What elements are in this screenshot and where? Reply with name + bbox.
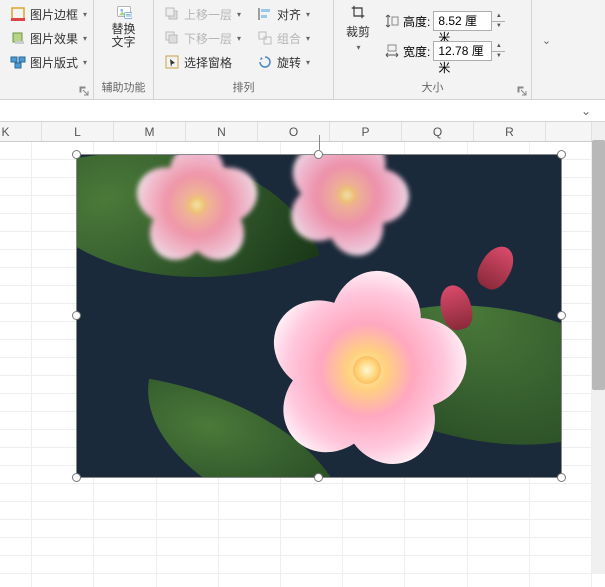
picture-border-label: 图片边框 (30, 6, 78, 23)
group-objects-button: 组合 ▾ (253, 26, 314, 50)
height-spinner[interactable]: ▲▼ (491, 11, 505, 31)
resize-handle[interactable] (72, 150, 81, 159)
picture-border-icon (10, 6, 26, 22)
picture-effects-icon (10, 30, 26, 46)
column-headers: KLMNOPQR (0, 122, 592, 142)
bring-forward-label: 上移一层 (184, 6, 232, 23)
column-header[interactable]: N (186, 122, 258, 141)
group-picture-styles: 图片边框 ▾ 图片效果 ▾ 图片版式 ▾ (0, 0, 94, 99)
chevron-down-icon: ▾ (306, 58, 310, 67)
alt-text-label: 替换 文字 (106, 23, 141, 49)
group-arrange: 上移一层 ▾ 下移一层 ▾ 选择窗格 对齐 ▾ 组合 ▾ (154, 0, 334, 99)
dialog-launcher-icon[interactable] (516, 85, 528, 97)
group-size: 裁剪 ▾ 高度: 8.52 厘米 ▲▼ 宽度: 1 (334, 0, 532, 99)
send-backward-icon (164, 30, 180, 46)
selection-pane-icon (164, 54, 180, 70)
align-icon (257, 6, 273, 22)
dialog-launcher-icon[interactable] (78, 85, 90, 97)
ribbon: 图片边框 ▾ 图片效果 ▾ 图片版式 ▾ 替换 文字 辅助功能 (0, 0, 605, 100)
picture-effects-label: 图片效果 (30, 30, 78, 47)
crop-label: 裁剪 (346, 23, 370, 40)
align-label: 对齐 (277, 6, 301, 23)
vertical-scrollbar[interactable] (592, 122, 605, 574)
column-header[interactable]: K (0, 122, 42, 141)
group-accessibility-label: 辅助功能 (94, 81, 153, 99)
chevron-down-icon: ▾ (237, 10, 241, 19)
column-header[interactable]: R (474, 122, 546, 141)
resize-handle[interactable] (314, 473, 323, 482)
rotate-label: 旋转 (277, 54, 301, 71)
rotate-button[interactable]: 旋转 ▾ (253, 50, 314, 74)
rotation-handle-line (319, 135, 320, 150)
alt-text-icon (116, 4, 132, 20)
align-button[interactable]: 对齐 ▾ (253, 2, 314, 26)
image-content (77, 155, 561, 477)
resize-handle[interactable] (72, 473, 81, 482)
column-header[interactable]: M (114, 122, 186, 141)
picture-border-button[interactable]: 图片边框 ▾ (6, 2, 91, 26)
selection-pane-button[interactable]: 选择窗格 (160, 50, 245, 74)
chevron-down-icon: ⌄ (542, 34, 551, 47)
height-icon (384, 13, 400, 29)
crop-icon (350, 4, 366, 20)
column-header[interactable]: Q (402, 122, 474, 141)
chevron-down-icon: ▾ (83, 34, 87, 43)
chevron-down-icon: ▾ (83, 58, 87, 67)
height-control: 高度: 8.52 厘米 ▲▼ (382, 8, 507, 34)
group-accessibility: 替换 文字 辅助功能 (94, 0, 154, 99)
selection-pane-label: 选择窗格 (184, 54, 232, 71)
height-label: 高度: (403, 13, 430, 30)
height-input[interactable]: 8.52 厘米 ▲▼ (433, 11, 505, 31)
send-backward-label: 下移一层 (184, 30, 232, 47)
chevron-down-icon: ▾ (357, 43, 361, 52)
selected-image[interactable] (77, 155, 561, 477)
bring-forward-button: 上移一层 ▾ (160, 2, 245, 26)
column-header[interactable]: P (330, 122, 402, 141)
ribbon-overflow[interactable]: ⌄ (532, 0, 560, 99)
width-control: 宽度: 12.78 厘米 ▲▼ (382, 38, 507, 64)
rotate-icon (257, 54, 273, 70)
picture-effects-button[interactable]: 图片效果 ▾ (6, 26, 91, 50)
chevron-down-icon: ▾ (83, 10, 87, 19)
resize-handle[interactable] (557, 311, 566, 320)
collapse-ribbon-bar[interactable]: ⌄ (0, 100, 605, 122)
width-label: 宽度: (403, 43, 430, 60)
worksheet[interactable]: KLMNOPQR (0, 122, 592, 587)
group-objects-label: 组合 (277, 30, 301, 47)
picture-layout-label: 图片版式 (30, 54, 78, 71)
alt-text-button[interactable]: 替换 文字 (100, 2, 147, 51)
resize-handle[interactable] (72, 311, 81, 320)
chevron-down-icon: ▾ (237, 34, 241, 43)
width-icon (384, 43, 400, 59)
bring-forward-icon (164, 6, 180, 22)
group-icon (257, 30, 273, 46)
crop-button[interactable]: 裁剪 ▾ (340, 2, 376, 54)
resize-handle[interactable] (557, 150, 566, 159)
chevron-down-icon: ⌄ (581, 104, 591, 118)
picture-layout-button[interactable]: 图片版式 ▾ (6, 50, 91, 74)
picture-layout-icon (10, 54, 26, 70)
width-spinner[interactable]: ▲▼ (491, 41, 505, 61)
chevron-down-icon: ▾ (306, 10, 310, 19)
scrollbar-thumb[interactable] (592, 140, 605, 390)
chevron-down-icon: ▾ (306, 34, 310, 43)
width-input[interactable]: 12.78 厘米 ▲▼ (433, 41, 505, 61)
resize-handle[interactable] (557, 473, 566, 482)
group-arrange-label: 排列 (154, 81, 333, 99)
resize-handle[interactable] (314, 150, 323, 159)
column-header[interactable]: L (42, 122, 114, 141)
send-backward-button: 下移一层 ▾ (160, 26, 245, 50)
group-size-label: 大小 (334, 81, 531, 99)
